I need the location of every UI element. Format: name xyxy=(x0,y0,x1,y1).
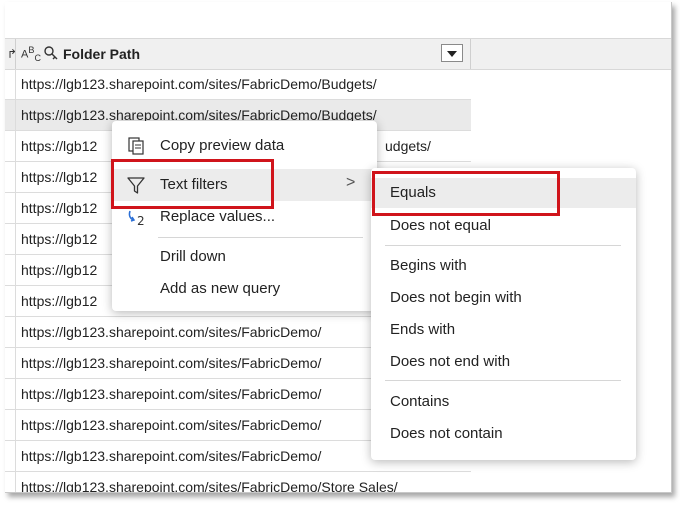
menu-item-drill-down[interactable]: Drill down xyxy=(112,241,377,273)
menu-separator xyxy=(385,245,621,246)
row-indicator-cell xyxy=(5,379,16,409)
row-indicator-cell xyxy=(5,410,16,440)
menu-item-replace-values[interactable]: 2 Replace values... xyxy=(112,201,377,233)
folder-path-column-header[interactable]: ABC Folder Path xyxy=(16,39,471,69)
row-indicator-cell xyxy=(5,162,16,192)
row-indicator-cell xyxy=(5,317,16,347)
folder-path-cell[interactable]: https://lgb12 xyxy=(21,169,97,185)
folder-path-cell[interactable]: https://lgb123.sharepoint.com/sites/Fabr… xyxy=(21,448,321,464)
filter-option-begins-with[interactable]: Begins with xyxy=(371,251,636,281)
row-indicator-cell xyxy=(5,224,16,254)
menu-separator xyxy=(385,380,621,381)
column-title: Folder Path xyxy=(63,46,141,62)
filter-option-equals[interactable]: Equals xyxy=(371,178,636,208)
folder-path-cell[interactable]: https://lgb123.sharepoint.com/sites/Fabr… xyxy=(21,355,321,371)
column-filter-dropdown-button[interactable] xyxy=(441,44,463,62)
folder-path-cell[interactable]: https://lgb12 xyxy=(21,200,97,216)
filter-option-label: Begins with xyxy=(390,257,467,274)
folder-path-cell[interactable]: https://lgb123.sharepoint.com/sites/Fabr… xyxy=(21,76,377,92)
folder-path-cell[interactable]: https://lgb12 xyxy=(21,138,97,154)
row-indicator-cell xyxy=(5,255,16,285)
row-indicator-cell xyxy=(5,286,16,316)
filter-option-label: Does not contain xyxy=(390,425,503,442)
filter-option-label: Does not begin with xyxy=(390,289,522,306)
row-indicator-cell xyxy=(5,131,16,161)
filter-option-does-not-equal[interactable]: Does not equal xyxy=(371,211,636,241)
menu-separator xyxy=(158,237,363,238)
key-icon xyxy=(44,46,58,60)
copy-icon xyxy=(128,137,144,155)
replace-values-icon: 2 xyxy=(128,210,145,227)
context-menu: Copy preview data Text filters > 2 Repla… xyxy=(112,121,377,311)
filter-option-ends-with[interactable]: Ends with xyxy=(371,315,636,345)
column-header-bar: ↱ ABC Folder Path xyxy=(5,38,671,70)
filter-option-label: Equals xyxy=(390,184,436,201)
folder-path-cell[interactable]: https://lgb123.sharepoint.com/sites/Fabr… xyxy=(21,479,398,492)
menu-item-copy-preview-data[interactable]: Copy preview data xyxy=(112,130,377,162)
folder-path-cell[interactable]: https://lgb12 xyxy=(21,262,97,278)
text-type-icon[interactable]: ABC xyxy=(21,45,41,63)
row-indicator-cell xyxy=(5,472,16,492)
filter-option-label: Contains xyxy=(390,393,450,410)
row-indicator-cell xyxy=(5,348,16,378)
folder-path-cell[interactable]: https://lgb123.sharepoint.com/sites/Fabr… xyxy=(21,417,321,433)
menu-item-label: Add as new query xyxy=(160,280,281,297)
folder-path-cell-overflow: udgets/ xyxy=(385,138,431,154)
chevron-down-icon xyxy=(447,51,457,57)
toolbar-area xyxy=(5,2,671,36)
menu-item-label: Copy preview data xyxy=(160,137,285,154)
filter-option-label: Ends with xyxy=(390,321,456,338)
filter-option-contains[interactable]: Contains xyxy=(371,387,636,417)
chevron-right-icon: > xyxy=(346,174,356,191)
row-indicator-cell xyxy=(5,193,16,223)
menu-item-label: Text filters xyxy=(160,176,228,193)
filter-option-label: Does not equal xyxy=(390,217,491,234)
svg-text:2: 2 xyxy=(137,214,145,227)
table-row[interactable]: https://lgb123.sharepoint.com/sites/Fabr… xyxy=(5,472,471,492)
filter-option-does-not-begin-with[interactable]: Does not begin with xyxy=(371,283,636,313)
folder-path-cell[interactable]: https://lgb12 xyxy=(21,231,97,247)
text-filters-submenu: Equals Does not equal Begins with Does n… xyxy=(371,168,636,460)
menu-item-text-filters[interactable]: Text filters > xyxy=(112,169,377,201)
filter-icon xyxy=(127,177,145,194)
menu-item-add-as-new-query[interactable]: Add as new query xyxy=(112,273,377,305)
folder-path-cell[interactable]: https://lgb123.sharepoint.com/sites/Fabr… xyxy=(21,386,321,402)
row-indicator-cell xyxy=(5,441,16,471)
row-indicator-cell xyxy=(5,69,16,99)
filter-option-does-not-contain[interactable]: Does not contain xyxy=(371,419,636,449)
filter-option-does-not-end-with[interactable]: Does not end with xyxy=(371,347,636,377)
folder-path-cell[interactable]: https://lgb123.sharepoint.com/sites/Fabr… xyxy=(21,324,321,340)
menu-item-label: Drill down xyxy=(160,248,226,265)
filter-option-label: Does not end with xyxy=(390,353,511,370)
table-row[interactable]: https://lgb123.sharepoint.com/sites/Fabr… xyxy=(5,69,471,100)
menu-item-label: Replace values... xyxy=(160,208,276,225)
folder-path-cell[interactable]: https://lgb12 xyxy=(21,293,97,309)
row-indicator-cell xyxy=(5,100,16,130)
